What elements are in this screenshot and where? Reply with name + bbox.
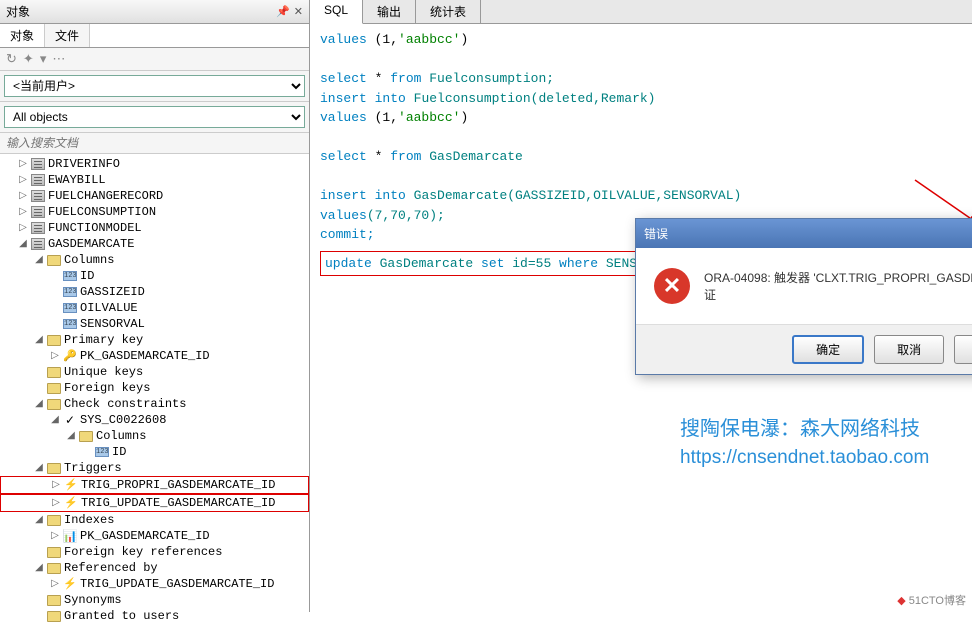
ok-button[interactable]: 确定 (792, 335, 864, 364)
sql-tabs: SQL 输出 统计表 (310, 0, 972, 24)
tree-node-foreign-keys[interactable]: Foreign keys (0, 380, 309, 396)
dialog-titlebar[interactable]: 错误 ✕ (636, 219, 972, 248)
tree-node-columns[interactable]: ◢Columns (0, 252, 309, 268)
tree-node-primary-key[interactable]: ◢Primary key (0, 332, 309, 348)
tree-node-check-constraints[interactable]: ◢Check constraints (0, 396, 309, 412)
tree-node-columns[interactable]: ◢Columns (0, 428, 309, 444)
tree-node-foreign-key-references[interactable]: Foreign key references (0, 544, 309, 560)
watermark: 搜陶保电瀑：森大网络科技 https://cnsendnet.taobao.co… (680, 412, 929, 469)
user-dropdown[interactable]: <当前用户> (4, 75, 305, 97)
objects-dropdown[interactable]: All objects (4, 106, 305, 128)
filter-icon[interactable]: ▾ (40, 51, 47, 67)
tab-stats[interactable]: 统计表 (416, 0, 481, 23)
tab-sql[interactable]: SQL (310, 0, 363, 24)
error-icon: ✕ (654, 268, 690, 304)
tree-node-referenced-by[interactable]: ◢Referenced by (0, 560, 309, 576)
tree-node-oilvalue[interactable]: 123OILVALUE (0, 300, 309, 316)
tree-node-ewaybill[interactable]: ▷EWAYBILL (0, 172, 309, 188)
tab-files[interactable]: 文件 (45, 24, 90, 47)
panel-titlebar: 对象 📌 ✕ (0, 0, 309, 24)
blog-watermark: ◆ 51CTO博客 (897, 592, 966, 608)
panel-toolbar: ↻ ✦ ▾ ⋯ (0, 48, 309, 71)
cancel-button[interactable]: 取消 (874, 335, 944, 364)
tree-node-granted-to-users[interactable]: Granted to users (0, 608, 309, 624)
tree-node-fuelconsumption[interactable]: ▷FUELCONSUMPTION (0, 204, 309, 220)
tree-node-triggers[interactable]: ◢Triggers (0, 460, 309, 476)
tree-node-synonyms[interactable]: Synonyms (0, 592, 309, 608)
object-browser-panel: 对象 📌 ✕ 对象 文件 ↻ ✦ ▾ ⋯ <当前用户> All objects … (0, 0, 310, 612)
dialog-title: 错误 (644, 225, 668, 242)
new-icon[interactable]: ✦ (23, 51, 34, 67)
tree-node-unique-keys[interactable]: Unique keys (0, 364, 309, 380)
close-panel-icon[interactable]: ✕ (294, 5, 303, 18)
object-tree[interactable]: ▷DRIVERINFO▷EWAYBILL▷FUELCHANGERECORD▷FU… (0, 154, 309, 624)
panel-tabs: 对象 文件 (0, 24, 309, 48)
tree-node-driverinfo[interactable]: ▷DRIVERINFO (0, 156, 309, 172)
tree-node-functionmodel[interactable]: ▷FUNCTIONMODEL (0, 220, 309, 236)
tab-output[interactable]: 输出 (363, 0, 416, 23)
search-input[interactable] (6, 136, 303, 150)
refresh-icon[interactable]: ↻ (6, 51, 17, 67)
tree-node-gasdemarcate[interactable]: ◢GASDEMARCATE (0, 236, 309, 252)
tree-node-trig-propri-gasdemarcate-id[interactable]: ▷⚡TRIG_PROPRI_GASDEMARCATE_ID (0, 476, 309, 494)
tree-node-sensorval[interactable]: 123SENSORVAL (0, 316, 309, 332)
tab-objects[interactable]: 对象 (0, 24, 45, 47)
tree-node-sys-c0022608[interactable]: ◢✓SYS_C0022608 (0, 412, 309, 428)
more-icon[interactable]: ⋯ (52, 51, 65, 67)
help-button[interactable]: 帮助(H) (954, 335, 972, 364)
tree-node-trig-update-gasdemarcate-id[interactable]: ▷⚡TRIG_UPDATE_GASDEMARCATE_ID (0, 494, 309, 512)
tree-node-indexes[interactable]: ◢Indexes (0, 512, 309, 528)
tree-node-pk-gasdemarcate-id[interactable]: ▷🔑PK_GASDEMARCATE_ID (0, 348, 309, 364)
editor-panel: SQL 输出 统计表 values (1,'aabbcc') select * … (310, 0, 972, 612)
watermark-link[interactable]: https://cnsendnet.taobao.com (680, 447, 929, 469)
dialog-message: ORA-04098: 触发器 'CLXT.TRIG_PROPRI_GASDEMA… (704, 269, 972, 303)
tree-node-gassizeid[interactable]: 123GASSIZEID (0, 284, 309, 300)
tree-node-trig-update-gasdemarcate-id[interactable]: ▷⚡TRIG_UPDATE_GASDEMARCATE_ID (0, 576, 309, 592)
error-dialog: 错误 ✕ ✕ ORA-04098: 触发器 'CLXT.TRIG_PROPRI_… (635, 218, 972, 375)
pin-icon[interactable]: 📌 (276, 5, 290, 18)
tree-node-fuelchangerecord[interactable]: ▷FUELCHANGERECORD (0, 188, 309, 204)
tree-node-pk-gasdemarcate-id[interactable]: ▷📊PK_GASDEMARCATE_ID (0, 528, 309, 544)
tree-node-id[interactable]: 123ID (0, 268, 309, 284)
panel-title-text: 对象 (6, 3, 30, 20)
tree-node-id[interactable]: 123ID (0, 444, 309, 460)
